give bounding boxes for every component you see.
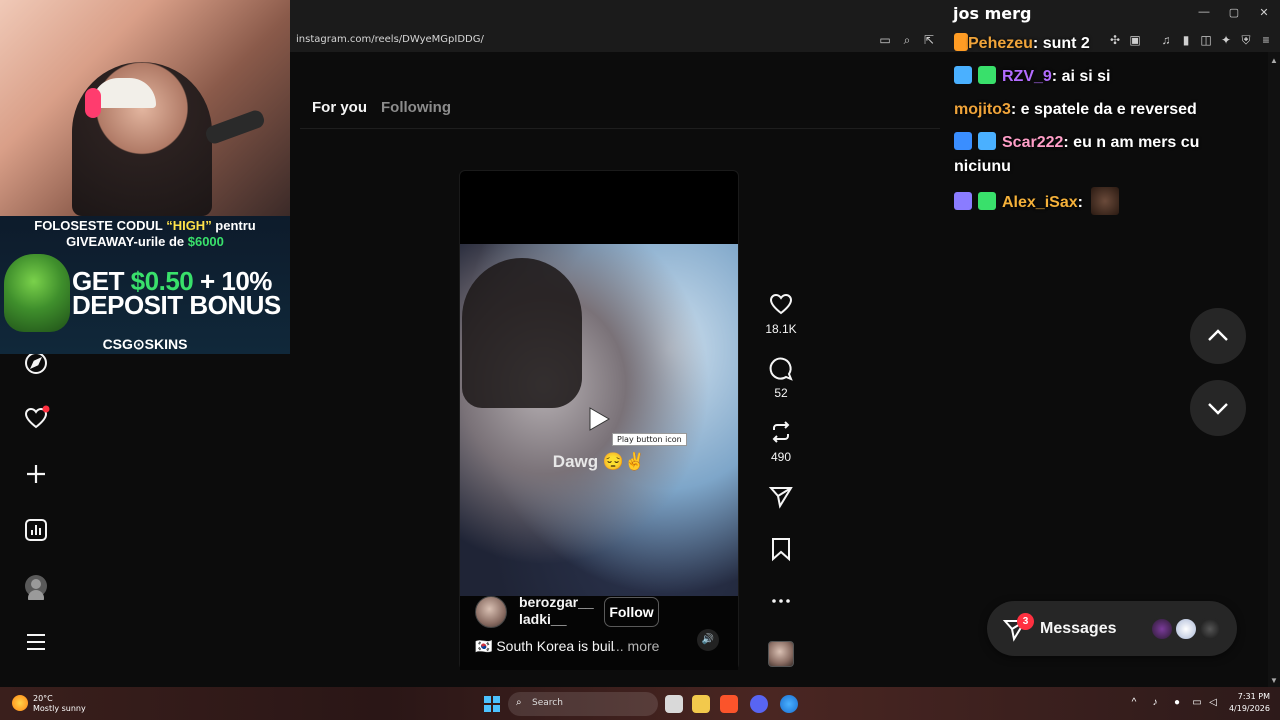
share-icon[interactable]: ⇱ bbox=[921, 33, 937, 47]
page-scrollbar[interactable] bbox=[1268, 52, 1280, 687]
network-icon[interactable]: ▭ bbox=[1190, 697, 1204, 708]
next-reel-button[interactable] bbox=[1190, 380, 1246, 436]
tab-for-you[interactable]: For you bbox=[312, 99, 367, 116]
maximize-button[interactable]: ▢ bbox=[1220, 6, 1248, 22]
close-button[interactable]: ✕ bbox=[1250, 6, 1278, 22]
messages-unread-badge: 3 bbox=[1017, 613, 1034, 630]
taskbar-search-box[interactable] bbox=[508, 692, 658, 716]
scroll-up-icon[interactable]: ▲ bbox=[1270, 56, 1278, 65]
gift-badge-icon bbox=[978, 66, 996, 84]
play-button-icon[interactable] bbox=[587, 406, 611, 432]
comment-icon[interactable] bbox=[768, 356, 794, 382]
promo-line-1: FOLOSESTE CODUL “HIGH” pentru bbox=[34, 218, 256, 233]
author-avatar[interactable] bbox=[475, 596, 507, 628]
menu-icon[interactable]: ≡ bbox=[1258, 33, 1274, 47]
tray-overflow-icon[interactable]: ^ bbox=[1127, 697, 1141, 708]
repost-icon[interactable] bbox=[768, 419, 794, 445]
chat-badge-icon bbox=[954, 192, 972, 210]
windows-start-icon[interactable] bbox=[484, 696, 500, 712]
follow-button[interactable]: Follow bbox=[604, 597, 659, 627]
promo-line-2: GIVEAWAY-urile de $6000 bbox=[66, 234, 224, 249]
share-send-icon[interactable] bbox=[768, 484, 794, 510]
previous-reel-button[interactable] bbox=[1190, 308, 1246, 364]
mod-badge-icon bbox=[954, 132, 972, 150]
mute-button[interactable]: 🔊 bbox=[697, 629, 719, 651]
window-title: jos merg bbox=[953, 4, 1032, 23]
repost-count: 490 bbox=[770, 450, 792, 464]
file-icon[interactable] bbox=[665, 695, 683, 713]
avatar bbox=[1150, 617, 1174, 641]
more-options-icon[interactable] bbox=[768, 588, 794, 614]
weather-temperature[interactable]: 20°C bbox=[33, 694, 53, 703]
chat-badge-icon bbox=[954, 33, 968, 51]
comment-count: 52 bbox=[774, 386, 788, 400]
emote-icon bbox=[1091, 187, 1120, 215]
more-menu-icon[interactable] bbox=[22, 628, 50, 656]
like-heart-icon[interactable] bbox=[768, 291, 794, 317]
microphone-icon[interactable]: ● bbox=[1170, 697, 1184, 708]
cast-icon[interactable]: ▭ bbox=[877, 33, 893, 47]
dashboard-icon[interactable] bbox=[22, 516, 50, 544]
chat-badge-icon bbox=[978, 132, 996, 150]
save-bookmark-icon[interactable] bbox=[768, 536, 794, 562]
discord-icon[interactable] bbox=[750, 695, 768, 713]
zoom-icon[interactable]: ⌕ bbox=[899, 33, 915, 48]
tabs-divider bbox=[300, 128, 940, 129]
weather-condition[interactable]: Mostly sunny bbox=[33, 704, 86, 713]
gift-badge-icon bbox=[978, 192, 996, 210]
create-plus-icon[interactable] bbox=[22, 460, 50, 488]
chat-message: Scar222: eu n am mers cu niciunu bbox=[954, 132, 1200, 175]
chat-badge-icon bbox=[954, 66, 972, 84]
like-count: 18.1K bbox=[765, 322, 797, 336]
notifications-heart-icon[interactable] bbox=[22, 404, 50, 432]
scroll-down-icon[interactable]: ▼ bbox=[1270, 676, 1278, 685]
promo-subheadline: DEPOSIT BONUS bbox=[72, 290, 281, 320]
promo-brand-logo: CSG⊙SKINS bbox=[102, 336, 188, 352]
search-icon: ⌕ bbox=[516, 697, 522, 708]
file-explorer-icon[interactable] bbox=[692, 695, 710, 713]
url-text[interactable]: instagram.com/reels/DWyeMGpIDDG/ bbox=[296, 34, 484, 45]
audio-thumbnail[interactable] bbox=[768, 641, 794, 667]
app-icon[interactable] bbox=[780, 695, 798, 713]
avatar bbox=[1198, 617, 1222, 641]
clock-date[interactable]: 4/19/2026 bbox=[1218, 704, 1270, 713]
tooltip: Play button icon bbox=[612, 433, 687, 446]
speaker-icon[interactable]: ♪ bbox=[1148, 697, 1162, 708]
chat-message: mojito3: e spatele da e reversed bbox=[954, 101, 1197, 118]
profile-avatar[interactable] bbox=[22, 572, 50, 606]
brave-browser-icon[interactable] bbox=[720, 695, 738, 713]
messages-label: Messages bbox=[1040, 620, 1117, 637]
clock-time[interactable]: 7:31 PM bbox=[1226, 692, 1270, 701]
minimize-button[interactable]: — bbox=[1190, 6, 1218, 22]
headphones bbox=[85, 88, 101, 118]
reel-overlay-text: Dawg 😔✌ bbox=[552, 452, 646, 471]
author-username[interactable]: berozgar__ ladki__ bbox=[519, 594, 599, 628]
taskbar-search-label: Search bbox=[532, 698, 563, 708]
weather-sun-icon[interactable] bbox=[12, 695, 28, 711]
tab-following[interactable]: Following bbox=[381, 99, 451, 116]
more-link[interactable]: ... more bbox=[612, 638, 659, 654]
chat-message: Pehezeu: sunt 2 bbox=[954, 32, 1254, 56]
chat-message: Alex_iSax: bbox=[954, 187, 1254, 215]
reel-video-subject bbox=[462, 258, 582, 408]
chat-message: RZV_9: ai si si bbox=[954, 65, 1254, 89]
avatar bbox=[1174, 617, 1198, 641]
promo-mascot bbox=[4, 254, 70, 332]
